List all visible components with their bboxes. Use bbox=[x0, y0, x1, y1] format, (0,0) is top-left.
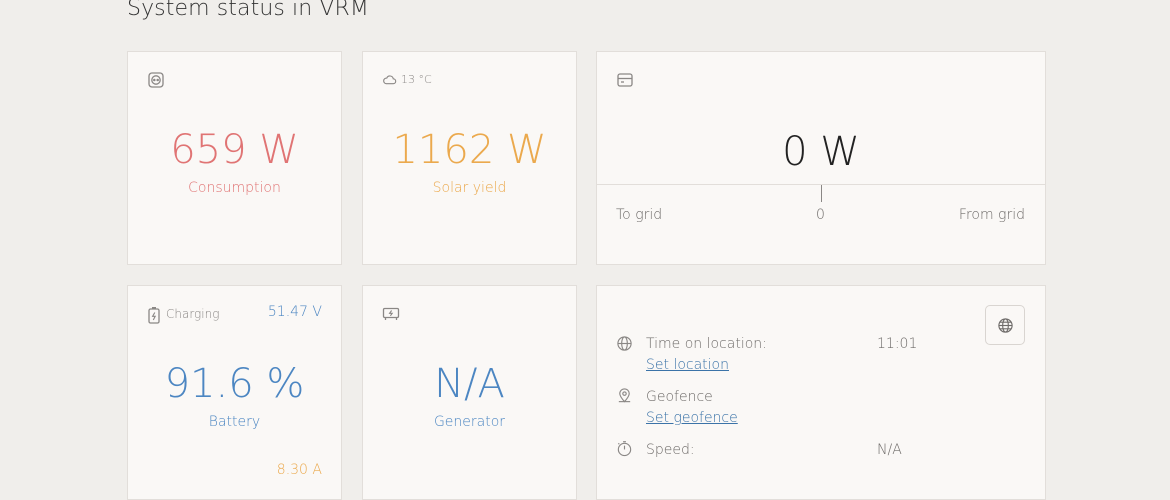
generator-label: Generator bbox=[433, 414, 506, 430]
speed-value: N/A bbox=[877, 442, 902, 458]
grid-center-label: 0 bbox=[816, 207, 825, 223]
generator-card: N/A Generator bbox=[362, 285, 577, 500]
battery-icon bbox=[147, 306, 161, 324]
battery-current: 8.30 A bbox=[276, 462, 322, 478]
globe-icon bbox=[997, 317, 1013, 333]
solar-value: 1162 W bbox=[392, 127, 547, 173]
stopwatch-icon bbox=[616, 440, 633, 457]
set-geofence-link[interactable]: Set geofence bbox=[646, 410, 738, 426]
grid-value: 0 W bbox=[782, 129, 860, 175]
battery-card: Charging 51.47 V 91.6 % Battery 8.30 A bbox=[127, 285, 342, 500]
temperature-text: 13 °C bbox=[401, 73, 432, 86]
solar-card: 13 °C 1162 W Solar yield bbox=[362, 51, 577, 265]
globe-icon bbox=[616, 335, 633, 352]
battery-state: Charging bbox=[166, 307, 220, 321]
to-grid-label: To grid bbox=[616, 207, 663, 223]
battery-voltage: 51.47 V bbox=[267, 304, 322, 320]
battery-value: 91.6 % bbox=[164, 361, 305, 407]
location-pin-icon bbox=[616, 387, 633, 404]
socket-icon bbox=[147, 71, 165, 89]
cloud-icon bbox=[382, 72, 397, 87]
consumption-card: 659 W Consumption bbox=[127, 51, 342, 265]
consumption-label: Consumption bbox=[188, 180, 281, 196]
page-title: System status in VRM bbox=[127, 0, 369, 21]
from-grid-label: From grid bbox=[958, 207, 1025, 223]
speed-label: Speed: bbox=[646, 442, 695, 458]
generator-icon bbox=[382, 305, 400, 323]
geofence-label: Geofence bbox=[646, 389, 713, 405]
globe-button[interactable] bbox=[985, 305, 1025, 345]
time-on-location-value: 11:01 bbox=[877, 336, 918, 352]
solar-label: Solar yield bbox=[432, 180, 507, 196]
battery-label: Battery bbox=[208, 414, 261, 430]
grid-zero-marker bbox=[821, 185, 822, 202]
grid-card: 0 W To grid 0 From grid bbox=[596, 51, 1046, 265]
time-on-location-label: Time on location: bbox=[646, 336, 767, 352]
set-location-link[interactable]: Set location bbox=[646, 357, 729, 373]
grid-meter-icon bbox=[616, 71, 634, 89]
location-card: Time on location: 11:01 Set location Geo… bbox=[596, 285, 1046, 500]
generator-value: N/A bbox=[434, 361, 505, 407]
consumption-value: 659 W bbox=[170, 127, 299, 173]
